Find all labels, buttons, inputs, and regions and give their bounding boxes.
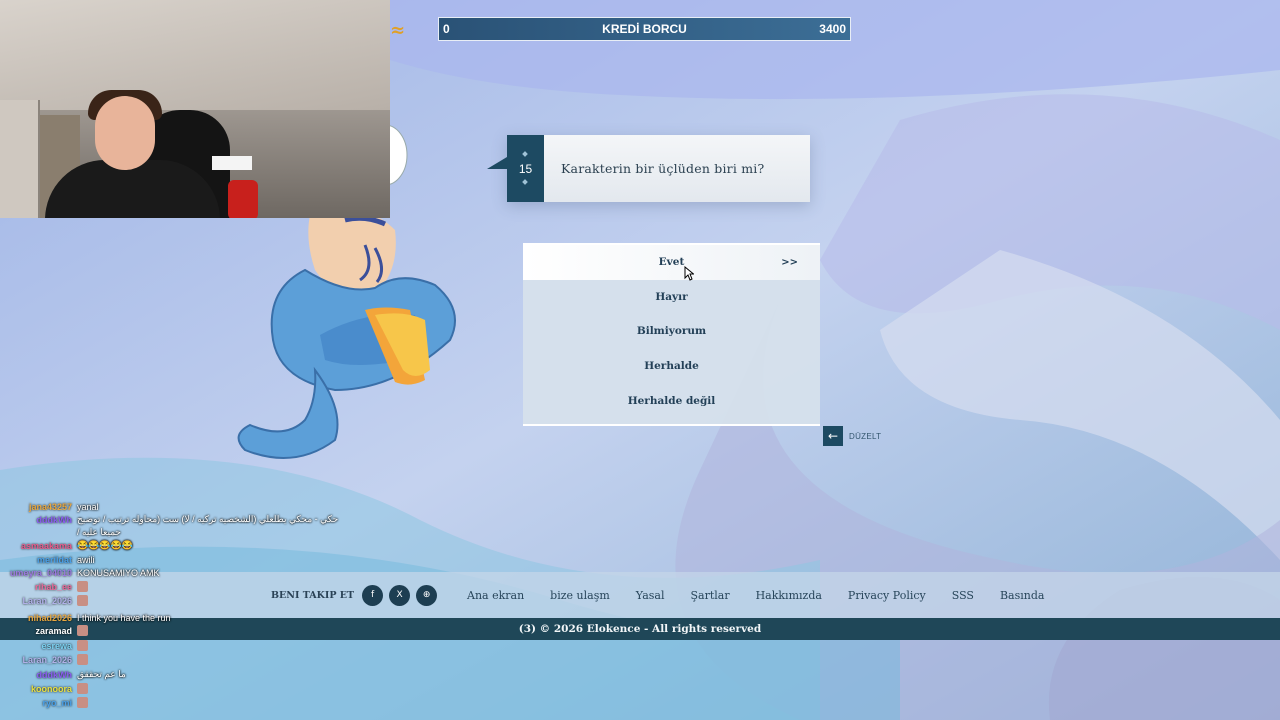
double-chevron-right-icon: >> <box>781 256 798 268</box>
chat-message: koonoora <box>0 682 300 695</box>
question-text: Karakterin bir üçlüden biri mi? <box>561 161 765 176</box>
question-number: 15 <box>507 135 544 202</box>
nav-privacy[interactable]: Privacy Policy <box>848 589 926 602</box>
chat-text <box>77 595 89 607</box>
chat-username: merildat <box>36 554 72 565</box>
answer-label: Hayır <box>655 290 688 303</box>
chat-text <box>77 697 89 709</box>
question-card: 15 Karakterin bir üçlüden biri mi? <box>487 135 810 202</box>
chat-text <box>77 581 89 593</box>
web-icon[interactable]: ⊕ <box>416 584 438 606</box>
emote-icon <box>77 683 88 695</box>
chat-text <box>77 640 89 652</box>
chat-text <box>77 625 89 637</box>
answer-list: Evet >> Hayır Bilmiyorum Herhalde Herhal… <box>523 243 820 426</box>
nav-about[interactable]: Hakkımızda <box>756 589 822 602</box>
emote-icon <box>77 654 88 666</box>
answer-dont-know[interactable]: Bilmiyorum <box>523 314 820 349</box>
chat-username: dddkWh <box>36 669 73 680</box>
fix-button[interactable]: ← DÜZELT <box>823 426 881 446</box>
chat-username: dddkWh <box>36 514 73 525</box>
chat-message: / جميعا عليه <box>0 526 300 539</box>
mouse-cursor-icon <box>684 266 694 281</box>
chat-message: merildat awili <box>0 553 300 566</box>
nav-home[interactable]: Ana ekran <box>467 589 524 602</box>
answer-probably[interactable]: Herhalde <box>523 349 820 384</box>
nav-contact[interactable]: bize ulaşm <box>550 589 610 602</box>
chat-message: Laran_2026 <box>0 594 300 607</box>
answer-yes[interactable]: Evet >> <box>523 245 820 280</box>
chat-message: esrewa <box>0 639 300 652</box>
nav-press[interactable]: Basında <box>1000 589 1045 602</box>
chat-text: I think you have the run <box>77 612 171 623</box>
chat-username: koonoora <box>30 683 72 694</box>
nav-faq[interactable]: SSS <box>952 589 974 602</box>
nav-terms[interactable]: Şartlar <box>690 589 729 602</box>
answer-probably-not[interactable]: Herhalde değil <box>523 383 820 418</box>
chat-message: ryo_mi <box>0 696 300 709</box>
chat-message: zaramad <box>0 624 300 637</box>
chat-username: esrewa <box>41 640 72 651</box>
arrow-left-icon: ← <box>823 426 843 446</box>
credit-title: KREDİ BORCU <box>602 22 687 36</box>
chat-message: Laran_2026 <box>0 653 300 666</box>
chat-message: rihab_ee <box>0 580 300 593</box>
emote-icon <box>77 640 88 652</box>
chat-username: nihad2026 <box>27 612 72 623</box>
chat-text <box>77 654 89 666</box>
credit-max: 3400 <box>819 22 846 36</box>
answer-label: Bilmiyorum <box>636 325 707 338</box>
chat-username: ryo_mi <box>42 697 72 708</box>
chat-username: umeyra_04010 <box>9 567 72 578</box>
chat-username: Laran_2026 <box>22 595 72 606</box>
chat-text <box>77 683 89 695</box>
chat-message: umeyra_04010 KONUSAMIYO AMK <box>0 566 300 579</box>
chat-text: yanal <box>77 501 99 512</box>
chat-username: rihab_ee <box>34 581 72 592</box>
chat-message: dddkWh ما عم تحققق <box>0 668 300 681</box>
answer-no[interactable]: Hayır <box>523 280 820 315</box>
chat-text: / جميعا عليه <box>77 527 121 537</box>
chat-message: jana43257 yanal <box>0 500 300 513</box>
x-icon[interactable]: X <box>389 584 411 606</box>
fix-button-label: DÜZELT <box>849 431 882 441</box>
chat-text: ما عم تحققق <box>77 669 126 679</box>
answer-label: Herhalde <box>644 360 699 373</box>
chat-username: zaramad <box>35 625 72 636</box>
emote-icon <box>77 595 88 607</box>
chat-text: 😂😂😂😂😂 <box>77 540 134 550</box>
chat-text: awili <box>77 554 95 565</box>
chat-message: nihad2026 I think you have the run <box>0 611 300 624</box>
answer-label: Evet <box>658 256 685 269</box>
emote-icon <box>77 625 88 637</box>
chat-username: jana43257 <box>28 501 72 512</box>
credit-min: 0 <box>443 22 450 36</box>
logo-fragment: ≈ <box>390 20 406 41</box>
chat-username: asmaakama <box>20 540 72 551</box>
answer-label: Herhalde değil <box>627 394 716 407</box>
chat-message: asmaakama 😂😂😂😂😂 <box>0 539 300 552</box>
footer-nav: Ana ekran bize ulaşm Yasal Şartlar Hakkı… <box>467 572 1044 618</box>
nav-legal[interactable]: Yasal <box>636 589 665 602</box>
emote-icon <box>77 697 88 709</box>
chat-username: Laran_2026 <box>22 654 72 665</box>
credit-bar: 0 KREDİ BORCU 3400 <box>438 17 851 41</box>
chat-text: KONUSAMIYO AMK <box>77 567 160 578</box>
webcam-overlay <box>0 0 390 218</box>
emote-icon <box>77 581 88 593</box>
chat-message: dddkWh حكي - محكي يطلعلي (الشخصيه تركيه /… <box>0 513 339 526</box>
chat-text: حكي - محكي يطلعلي (الشخصيه تركيه / لا) س… <box>77 514 339 524</box>
facebook-icon[interactable]: f <box>362 584 384 606</box>
